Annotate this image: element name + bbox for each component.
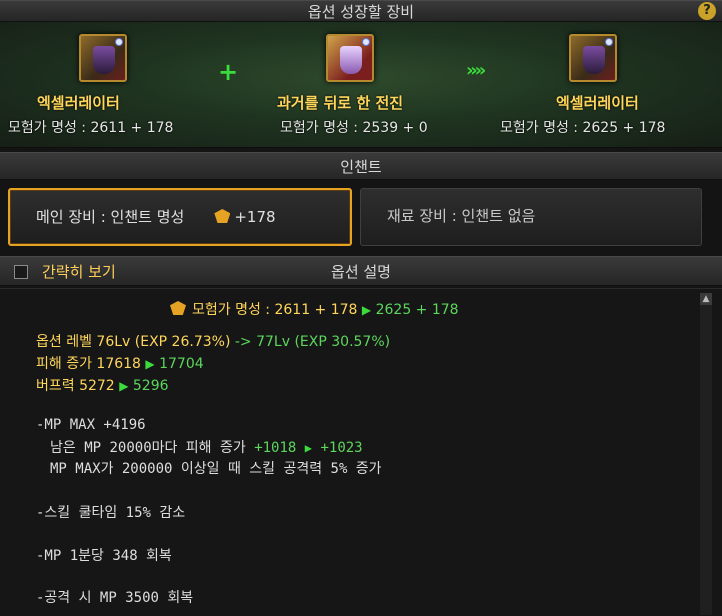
- mp-max-line: -MP MAX +4196: [36, 417, 146, 433]
- result-item-slot[interactable]: [569, 34, 617, 82]
- triangle-right-icon: ▶: [304, 441, 313, 455]
- source-item-slot[interactable]: [79, 34, 127, 82]
- triangle-right-icon: ▶: [361, 303, 372, 317]
- upgrade-panel: 엑셀러레이터 모험가 명성 : 2611 + 178 + 과거를 뒤로 한 전진…: [0, 22, 722, 148]
- source-item-name: 엑셀러레이터: [37, 94, 120, 112]
- option-level-arrow: ->: [234, 334, 252, 350]
- option-level-from: 옵션 레벨 76Lv (EXP 26.73%): [36, 334, 231, 350]
- enchant-section-header: 인챈트: [0, 152, 722, 180]
- window-title: 옵션 성장할 장비: [307, 3, 415, 21]
- window-title-bar: 옵션 성장할 장비 ?: [0, 0, 722, 22]
- help-button[interactable]: ?: [698, 2, 716, 20]
- option-description-body: ▲ 모험가 명성 : 2611 + 178 ▶ 2625 + 178 옵션 레벨…: [0, 288, 722, 616]
- simple-view-label[interactable]: 간략히 보기: [42, 257, 116, 287]
- option-description-title: 옵션 설명: [331, 263, 391, 281]
- option-level-line: 옵션 레벨 76Lv (EXP 26.73%) -> 77Lv (EXP 30.…: [36, 331, 390, 351]
- mp-on-hit-line: -공격 시 MP 3500 회복: [36, 590, 194, 606]
- mp-damage-from: +1018: [254, 440, 297, 456]
- result-item-name: 엑셀러레이터: [556, 94, 639, 112]
- plus-icon: +: [218, 58, 239, 86]
- triangle-right-icon: ▶: [145, 357, 155, 371]
- scrollbar[interactable]: [700, 293, 712, 615]
- tab-main-equipment[interactable]: 메인 장비 : 인챈트 명성 +178: [8, 188, 352, 246]
- fame-change-line: 모험가 명성 : 2611 + 178 ▶ 2625 + 178: [170, 299, 459, 319]
- buff-new: 5296: [132, 378, 169, 394]
- simple-view-checkbox[interactable]: [14, 265, 28, 279]
- mp-regen-line: -MP 1분당 348 회복: [36, 548, 172, 564]
- fame-change-new: 2625 + 178: [375, 302, 459, 318]
- main-tab-label: 메인 장비 : 인챈트 명성: [36, 208, 185, 226]
- damage-new: 17704: [159, 356, 204, 372]
- fame-change-label: 모험가 명성 : 2611 + 178: [192, 302, 358, 318]
- triangle-right-icon: ▶: [119, 379, 129, 393]
- item-icon: [340, 46, 362, 74]
- option-level-to: 77Lv (EXP 30.57%): [256, 334, 391, 350]
- mp-damage-to: +1023: [320, 440, 363, 456]
- material-item-slot[interactable]: [326, 34, 374, 82]
- arrow-right-icon: »»: [466, 60, 486, 81]
- scroll-up-icon[interactable]: ▲: [700, 293, 712, 305]
- option-description-header: 간략히 보기 옵션 설명: [0, 256, 722, 286]
- item-icon: [583, 46, 605, 74]
- item-badge-icon: [362, 38, 370, 46]
- item-icon: [93, 46, 115, 74]
- damage-line: 피해 증가 17618 ▶ 17704: [36, 353, 204, 373]
- item-badge-icon: [115, 38, 123, 46]
- enchant-title: 인챈트: [340, 158, 382, 176]
- mp-skill-line: MP MAX가 200000 이상일 때 스킬 공격력 5% 증가: [50, 461, 382, 477]
- tab-material-equipment[interactable]: 재료 장비 : 인챈트 없음: [360, 188, 702, 246]
- result-item-fame: 모험가 명성 : 2625 + 178: [500, 120, 666, 136]
- item-badge-icon: [605, 38, 613, 46]
- fame-crest-icon: [170, 301, 186, 315]
- fame-crest-icon: [214, 209, 231, 223]
- source-item-fame: 모험가 명성 : 2611 + 178: [8, 120, 174, 136]
- cooldown-line: -스킬 쿨타임 15% 감소: [36, 505, 186, 521]
- material-item-fame: 모험가 명성 : 2539 + 0: [280, 120, 428, 136]
- buff-label: 버프력 5272: [36, 378, 115, 394]
- damage-label: 피해 증가 17618: [36, 356, 141, 372]
- mp-damage-line: 남은 MP 20000마다 피해 증가 +1018 ▶ +1023: [50, 437, 363, 457]
- main-tab-value: +178: [234, 208, 276, 226]
- buff-line: 버프력 5272 ▶ 5296: [36, 375, 169, 395]
- mp-damage-label: 남은 MP 20000마다 피해 증가: [50, 440, 246, 456]
- material-item-name: 과거를 뒤로 한 전진: [277, 94, 404, 112]
- material-tab-label: 재료 장비 : 인챈트 없음: [387, 207, 536, 225]
